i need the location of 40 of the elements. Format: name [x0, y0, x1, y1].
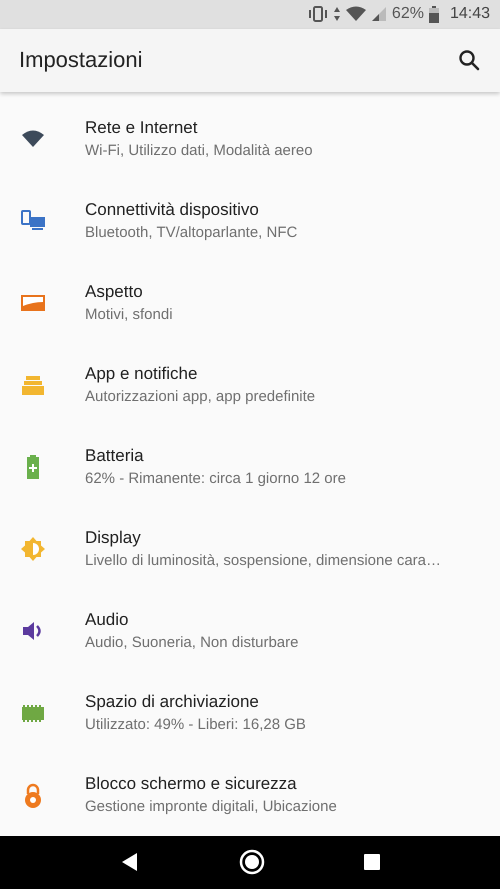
- settings-item[interactable]: Blocco schermo e sicurezza Gestione impronte digitali, Ubicazione: [0, 754, 500, 836]
- item-title: Connettività dispositivo: [85, 200, 260, 220]
- item-summary: Wi-Fi, Utilizzo dati, Modalità aereo: [85, 142, 313, 160]
- screen-title: Impostazioni: [19, 47, 143, 74]
- wifi-icon: [346, 6, 366, 22]
- home-icon[interactable]: [238, 849, 265, 876]
- signal-icon: [370, 6, 387, 22]
- recents-icon[interactable]: [364, 854, 380, 870]
- clock: 14:43: [450, 5, 490, 24]
- brightness-icon: [18, 534, 46, 563]
- settings-item[interactable]: Display Livello di luminosità, sospensione, dimensione cara…: [0, 508, 500, 590]
- settings-item[interactable]: Rete e Internet Wi-Fi, Utilizzo dati, Modalità aereo: [0, 98, 500, 180]
- settings-item[interactable]: Spazio di archiviazione Utilizzato: 49% - Liberi: 16,28 GB: [0, 672, 500, 754]
- search-icon[interactable]: [457, 48, 481, 72]
- item-summary: Livello di luminosità, sospensione, dimensione cara…: [85, 552, 442, 570]
- item-title: App e notifiche: [85, 364, 198, 384]
- item-title: Display: [85, 528, 142, 548]
- item-title: Blocco schermo e sicurezza: [85, 774, 298, 794]
- item-title: Aspetto: [85, 282, 144, 302]
- settings-item[interactable]: App e notifiche Autorizzazioni app, app predefinite: [0, 344, 500, 426]
- item-summary: Utilizzato: 49% - Liberi: 16,28 GB: [85, 716, 306, 734]
- settings-item[interactable]: Connettività dispositivo Bluetooth, TV/altoparlante, NFC: [0, 180, 500, 262]
- item-title: Batteria: [85, 446, 145, 466]
- settings-item[interactable]: Audio Audio, Suoneria, Non disturbare: [0, 590, 500, 672]
- item-summary: Motivi, sfondi: [85, 306, 173, 324]
- settings-item[interactable]: Batteria 62% - Rimanente: circa 1 giorno 12 ore: [0, 426, 500, 508]
- battery-percent: 62%: [392, 5, 424, 24]
- item-summary: 62% - Rimanente: circa 1 giorno 12 ore: [85, 470, 346, 488]
- item-title: Audio: [85, 610, 130, 630]
- item-summary: Gestione impronte digitali, Ubicazione: [85, 798, 337, 816]
- item-title: Rete e Internet: [85, 118, 198, 138]
- vibrate-icon: [308, 5, 328, 24]
- item-title: Spazio di archiviazione: [85, 692, 260, 712]
- data-arrows-icon: [332, 6, 341, 22]
- battery-icon: [428, 6, 439, 23]
- item-summary: Audio, Suoneria, Non disturbare: [85, 634, 298, 652]
- settings-item[interactable]: Aspetto Motivi, sfondi: [0, 262, 500, 344]
- item-summary: Bluetooth, TV/altoparlante, NFC: [85, 224, 298, 242]
- back-icon[interactable]: [120, 852, 140, 872]
- item-summary: Autorizzazioni app, app predefinite: [85, 388, 316, 406]
